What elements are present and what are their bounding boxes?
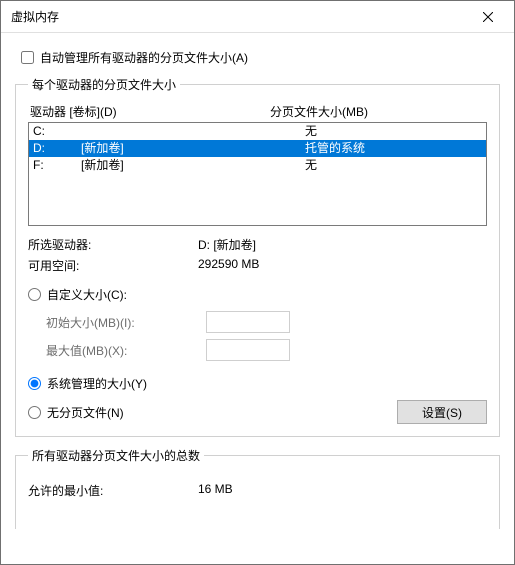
min-allowed-row: 允许的最小值: 16 MB (28, 482, 487, 499)
auto-manage-checkbox[interactable] (21, 51, 34, 64)
drive-paging: 无 (305, 123, 482, 140)
radio-custom-row[interactable]: 自定义大小(C): (28, 286, 487, 303)
col-header-paging: 分页文件大小(MB) (270, 103, 487, 120)
size-options: 自定义大小(C): 初始大小(MB)(I): 最大值(MB)(X): 系统管理的… (28, 286, 487, 424)
drive-label: [新加卷] (81, 157, 305, 174)
max-size-label: 最大值(MB)(X): (46, 342, 206, 359)
totals-group: 所有驱动器分页文件大小的总数 允许的最小值: 16 MB (15, 447, 500, 529)
drive-list-headers: 驱动器 [卷标](D) 分页文件大小(MB) (30, 103, 487, 120)
min-allowed-label: 允许的最小值: (28, 482, 198, 499)
auto-manage-label: 自动管理所有驱动器的分页文件大小(A) (40, 49, 248, 66)
drive-list[interactable]: C:无D:[新加卷]托管的系统F:[新加卷]无 (28, 122, 487, 226)
max-size-row: 最大值(MB)(X): (46, 339, 487, 361)
radio-custom-label: 自定义大小(C): (47, 286, 127, 303)
radio-system-label: 系统管理的大小(Y) (47, 375, 147, 392)
drive-label (81, 123, 305, 140)
free-space-row: 可用空间: 292590 MB (28, 257, 487, 274)
auto-manage-checkbox-row[interactable]: 自动管理所有驱动器的分页文件大小(A) (21, 49, 500, 66)
radio-none-row[interactable]: 无分页文件(N) (28, 404, 124, 421)
drive-letter: C: (33, 123, 81, 140)
initial-size-input[interactable] (206, 311, 290, 333)
titlebar: 虚拟内存 (1, 1, 514, 33)
selected-drive-label: 所选驱动器: (28, 236, 198, 253)
virtual-memory-dialog: 虚拟内存 自动管理所有驱动器的分页文件大小(A) 每个驱动器的分页文件大小 驱动… (0, 0, 515, 565)
drive-row[interactable]: F:[新加卷]无 (29, 157, 486, 174)
free-space-label: 可用空间: (28, 257, 198, 274)
none-and-set-row: 无分页文件(N) 设置(S) (28, 400, 487, 424)
col-header-drive: 驱动器 [卷标](D) (30, 103, 270, 120)
drive-paging: 无 (305, 157, 482, 174)
drive-letter: F: (33, 157, 81, 174)
dialog-content: 自动管理所有驱动器的分页文件大小(A) 每个驱动器的分页文件大小 驱动器 [卷标… (1, 33, 514, 564)
max-size-input[interactable] (206, 339, 290, 361)
per-drive-group: 每个驱动器的分页文件大小 驱动器 [卷标](D) 分页文件大小(MB) C:无D… (15, 76, 500, 437)
totals-legend: 所有驱动器分页文件大小的总数 (28, 447, 204, 464)
radio-none[interactable] (28, 406, 41, 419)
radio-none-label: 无分页文件(N) (47, 404, 124, 421)
close-button[interactable] (466, 2, 510, 32)
selected-drive-row: 所选驱动器: D: [新加卷] (28, 236, 487, 253)
free-space-value: 292590 MB (198, 257, 487, 274)
min-allowed-value: 16 MB (198, 482, 233, 499)
drive-paging: 托管的系统 (305, 140, 482, 157)
initial-size-label: 初始大小(MB)(I): (46, 314, 206, 331)
window-title: 虚拟内存 (11, 8, 59, 25)
per-drive-legend: 每个驱动器的分页文件大小 (28, 76, 180, 93)
drive-letter: D: (33, 140, 81, 157)
radio-system[interactable] (28, 377, 41, 390)
drive-row[interactable]: D:[新加卷]托管的系统 (29, 140, 486, 157)
selected-drive-value: D: [新加卷] (198, 236, 487, 253)
drive-row[interactable]: C: 无 (29, 123, 486, 140)
radio-system-row[interactable]: 系统管理的大小(Y) (28, 375, 487, 392)
drive-label: [新加卷] (81, 140, 305, 157)
set-button[interactable]: 设置(S) (397, 400, 487, 424)
radio-custom[interactable] (28, 288, 41, 301)
close-icon (483, 12, 493, 22)
initial-size-row: 初始大小(MB)(I): (46, 311, 487, 333)
